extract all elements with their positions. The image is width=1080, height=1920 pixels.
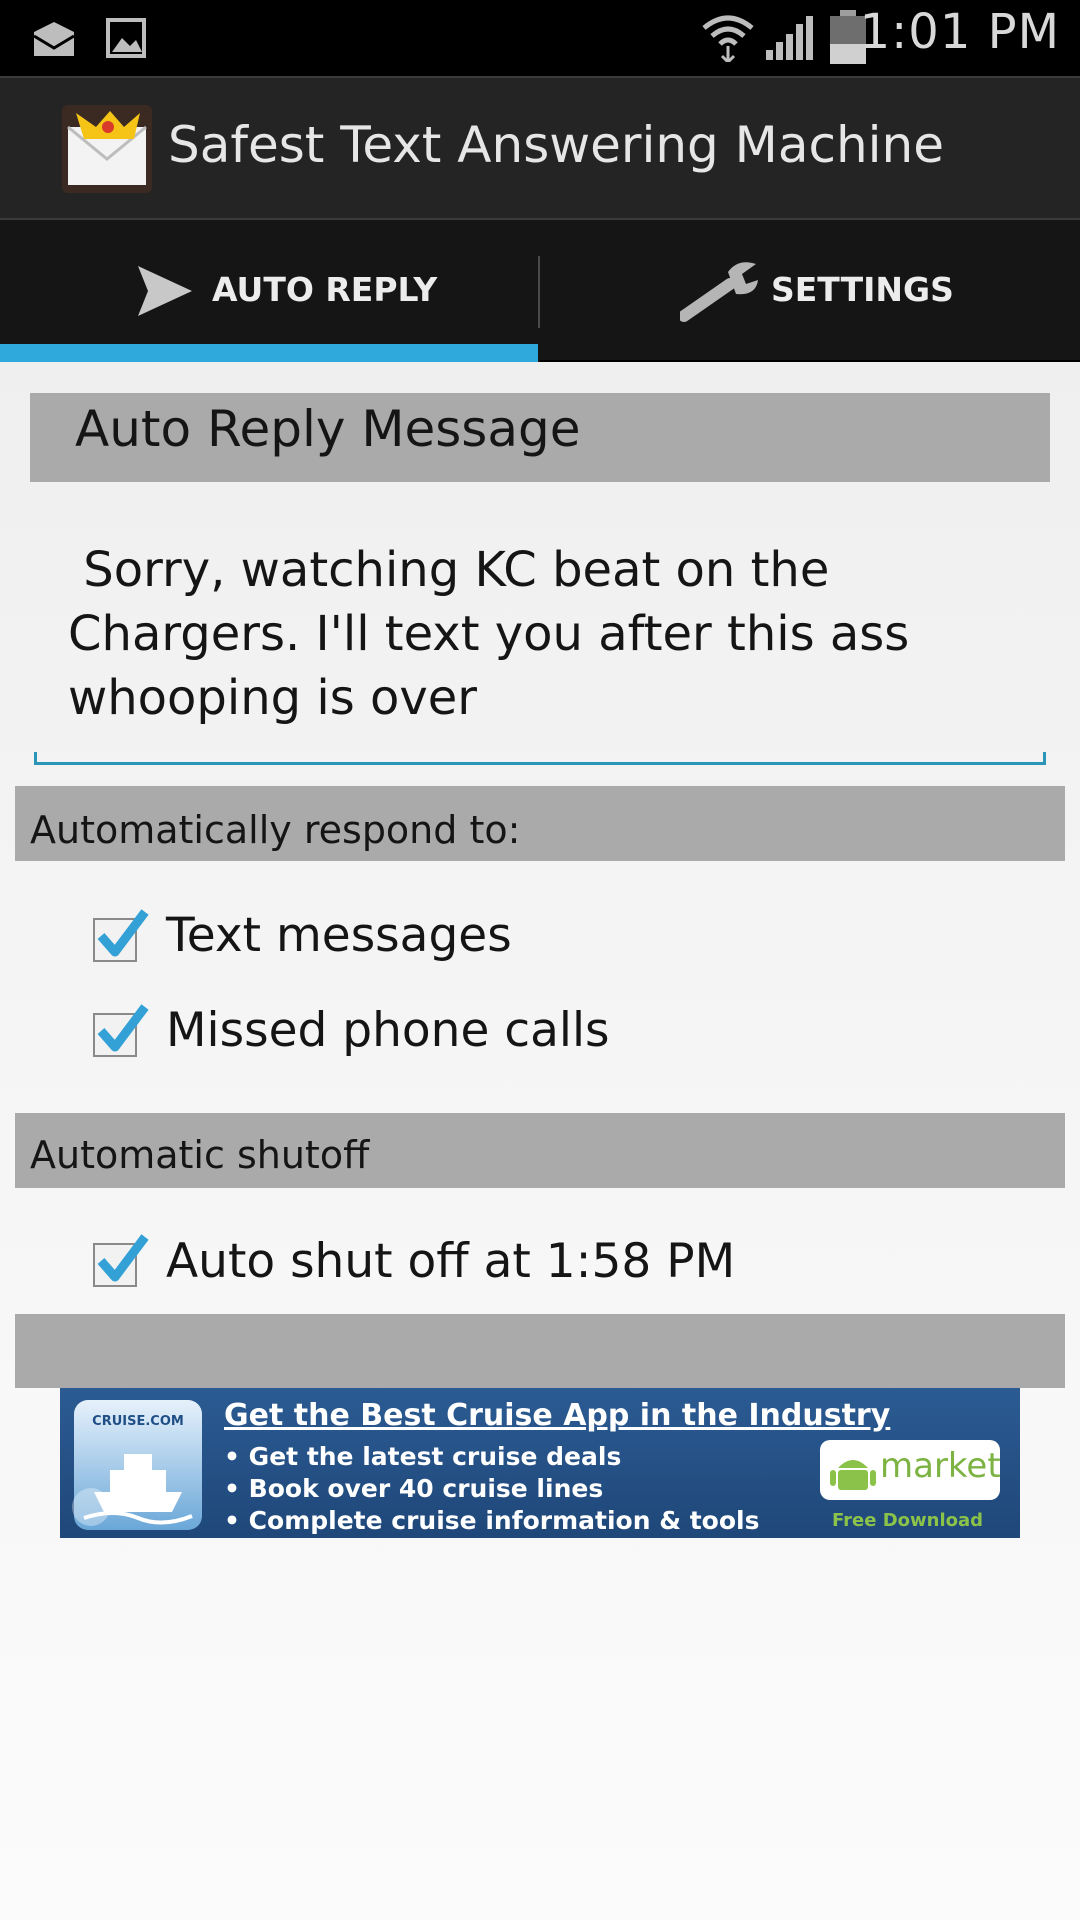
tab-auto-reply-label: AUTO REPLY: [212, 270, 438, 309]
android-icon: [830, 1460, 876, 1490]
respond-section-bar: Automatically respond to:: [15, 786, 1065, 861]
message-input-underline-right: [1043, 752, 1046, 765]
tab-bar-edge: [540, 360, 1080, 362]
send-icon: [136, 264, 194, 322]
checkmark-icon: [97, 909, 149, 957]
message-input-underline-left: [34, 752, 37, 765]
tab-settings[interactable]: SETTINGS: [540, 220, 1080, 362]
respond-section-header: Automatically respond to:: [30, 808, 521, 852]
tab-auto-reply[interactable]: AUTO REPLY: [0, 220, 540, 362]
wifi-icon: [700, 12, 756, 66]
ad-bullet: • Book over 40 cruise lines: [224, 1474, 604, 1503]
action-bar: Safest Text Answering Machine: [0, 76, 1080, 220]
wrench-icon: [678, 258, 762, 328]
auto-reply-message-input[interactable]: Sorry, watching KC beat on the Chargers.…: [68, 538, 968, 730]
ad-title: Get the Best Cruise App in the Industry: [224, 1398, 891, 1433]
status-bar: 1:01 PM: [0, 0, 1080, 76]
shutoff-section-bar: Automatic shutoff: [15, 1113, 1065, 1188]
android-market-badge: market: [820, 1440, 1001, 1500]
ad-store-label: market: [880, 1446, 1001, 1486]
shutoff-section-header: Automatic shutoff: [30, 1133, 370, 1177]
ad-cta: Free Download: [832, 1510, 984, 1531]
missed-calls-label[interactable]: Missed phone calls: [166, 1003, 610, 1058]
missed-calls-checkbox[interactable]: [93, 1004, 149, 1057]
ad-info-icon[interactable]: [72, 1488, 110, 1526]
text-messages-label[interactable]: Text messages: [166, 908, 512, 963]
auto-shutoff-checkbox[interactable]: [93, 1234, 149, 1287]
text-messages-checkbox[interactable]: [93, 909, 149, 962]
ad-banner[interactable]: CRUISE.COM Get the Best Cruise App in th…: [60, 1388, 1020, 1538]
auto-reply-header: Auto Reply Message: [75, 400, 581, 458]
notification-image-icon: [106, 18, 146, 62]
checkmark-icon: [97, 1234, 149, 1282]
app-title: Safest Text Answering Machine: [168, 116, 944, 174]
message-input-underline: [34, 762, 1046, 765]
app-envelope-icon[interactable]: [62, 105, 152, 193]
auto-shutoff-label[interactable]: Auto shut off at 1:58 PM: [166, 1234, 735, 1289]
checkmark-icon: [97, 1004, 149, 1052]
tab-settings-label: SETTINGS: [771, 270, 954, 309]
ad-bullet: • Get the latest cruise deals: [224, 1442, 622, 1471]
signal-icon: [764, 14, 814, 66]
footer-section-bar: [15, 1314, 1065, 1388]
tab-bar: AUTO REPLY SETTINGS: [0, 220, 1080, 362]
tab-selected-indicator: [0, 344, 538, 362]
notification-mail-icon: [32, 18, 76, 62]
ad-bullet: • Complete cruise information & tools: [224, 1506, 760, 1535]
status-clock: 1:01 PM: [859, 4, 1060, 60]
